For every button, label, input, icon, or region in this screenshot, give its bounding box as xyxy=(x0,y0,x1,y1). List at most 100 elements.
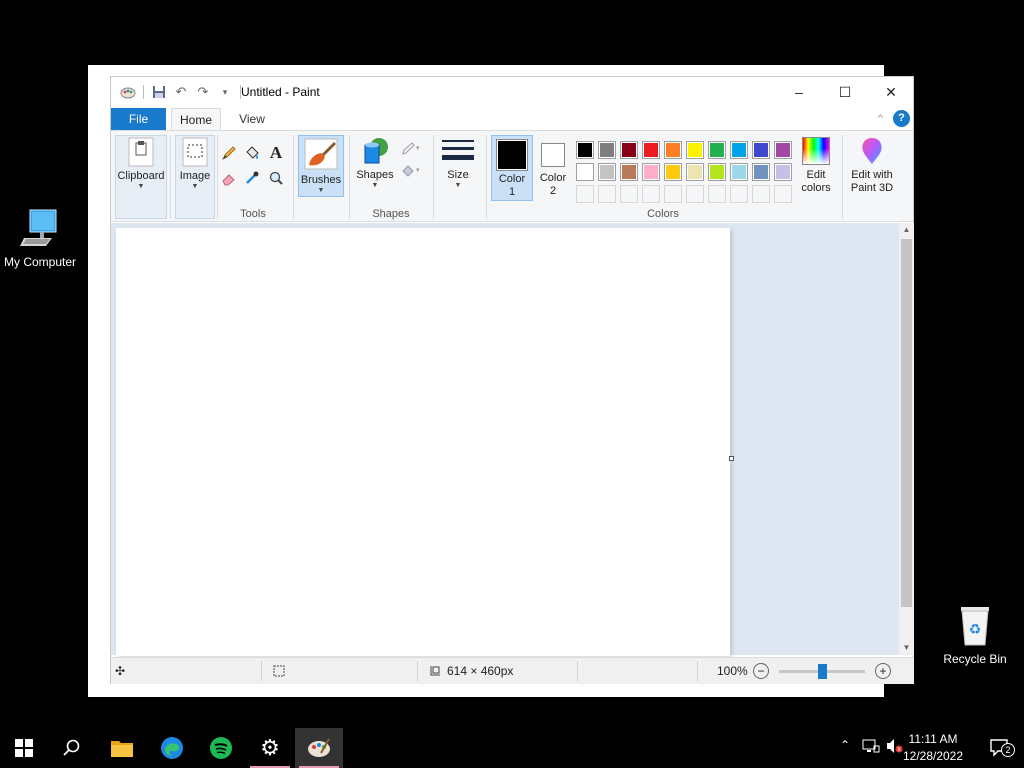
palette-swatch[interactable] xyxy=(598,163,616,181)
qat-separator xyxy=(143,85,144,99)
recycle-bin-desktop-icon[interactable]: ♻ Recycle Bin xyxy=(935,603,1015,666)
start-button[interactable] xyxy=(0,728,48,768)
palette-swatch[interactable] xyxy=(642,163,660,181)
tab-file[interactable]: File xyxy=(111,108,166,130)
customize-qat-chevron-down-icon[interactable]: ▾ xyxy=(216,83,234,101)
custom-color-slot[interactable] xyxy=(708,185,726,203)
folder-icon xyxy=(111,741,133,757)
drawing-canvas[interactable] xyxy=(116,228,730,656)
taskbar-paint[interactable] xyxy=(295,728,343,768)
group-separator xyxy=(486,135,487,219)
paint-app-icon[interactable] xyxy=(119,83,137,101)
scroll-up-arrow-icon[interactable]: ▲ xyxy=(899,223,914,237)
zoom-slider-thumb[interactable] xyxy=(817,664,827,679)
cursor-position-icon: ✣ xyxy=(115,664,126,678)
custom-color-slot[interactable] xyxy=(598,185,616,203)
palette-swatch[interactable] xyxy=(620,141,638,159)
show-hidden-icons-chevron-up-icon[interactable]: ⌃ xyxy=(840,738,850,752)
action-center-button[interactable]: 2 xyxy=(976,728,1024,768)
brushes-button[interactable]: Brushes ▼ xyxy=(298,135,344,197)
custom-color-slot[interactable] xyxy=(664,185,682,203)
size-button[interactable]: Size ▼ xyxy=(437,135,479,197)
custom-color-slot[interactable] xyxy=(774,185,792,203)
clipboard-button[interactable]: Clipboard ▼ xyxy=(115,135,167,219)
palette-swatch[interactable] xyxy=(730,163,748,181)
network-icon[interactable] xyxy=(862,738,880,757)
undo-icon[interactable]: ↶ xyxy=(172,83,190,101)
magnifier-icon[interactable] xyxy=(266,168,286,188)
scroll-down-arrow-icon[interactable]: ▼ xyxy=(899,641,914,655)
taskbar-spotify[interactable] xyxy=(197,728,245,768)
custom-color-slot[interactable] xyxy=(620,185,638,203)
taskbar-settings[interactable]: ⚙ xyxy=(246,728,294,768)
shapes-button-label: Shapes xyxy=(356,169,394,181)
palette-swatch[interactable] xyxy=(686,141,704,159)
palette-swatch[interactable] xyxy=(664,141,682,159)
tab-view[interactable]: View xyxy=(229,108,275,130)
taskbar-edge[interactable] xyxy=(148,728,196,768)
canvas-workspace xyxy=(111,223,899,656)
taskbar-file-explorer[interactable] xyxy=(98,728,146,768)
palette-swatch[interactable] xyxy=(620,163,638,181)
palette-swatch[interactable] xyxy=(730,141,748,159)
close-button[interactable]: ✕ xyxy=(868,77,914,107)
notification-count-badge: 2 xyxy=(1001,743,1015,757)
taskbar: ⚙ ⌃ x 11:11 AM 12/28/2022 2 xyxy=(0,728,1024,768)
zoom-in-button[interactable]: + xyxy=(875,663,891,679)
color-picker-icon[interactable] xyxy=(242,168,262,188)
pencil-icon[interactable] xyxy=(219,143,239,163)
palette-swatch[interactable] xyxy=(642,141,660,159)
save-icon[interactable] xyxy=(150,83,168,101)
color1-button[interactable]: Color 1 xyxy=(491,135,533,201)
color2-button[interactable]: Color 2 xyxy=(535,135,571,201)
search-button[interactable] xyxy=(48,728,96,768)
image-label: Image xyxy=(179,170,211,182)
tab-home[interactable]: Home xyxy=(171,108,221,130)
shape-fill-icon[interactable]: ▾ xyxy=(399,161,423,181)
collapse-ribbon-chevron-up-icon[interactable]: ⌃ xyxy=(875,112,886,128)
palette-swatch[interactable] xyxy=(576,163,594,181)
help-icon[interactable]: ? xyxy=(893,110,910,127)
custom-color-slot[interactable] xyxy=(576,185,594,203)
title-bar[interactable]: ↶ ↷ ▾ Untitled - Paint – ☐ ✕ xyxy=(111,77,913,107)
palette-swatch[interactable] xyxy=(576,141,594,159)
edit-colors-button[interactable]: Edit colors xyxy=(795,135,837,201)
custom-color-slot[interactable] xyxy=(642,185,660,203)
edit-with-paint3d-button[interactable]: Edit with Paint 3D xyxy=(845,135,899,201)
scrollbar-thumb[interactable] xyxy=(901,239,912,607)
custom-color-slot[interactable] xyxy=(686,185,704,203)
custom-color-slot[interactable] xyxy=(730,185,748,203)
group-separator xyxy=(293,135,294,219)
status-separator xyxy=(417,661,418,681)
zoom-out-button[interactable]: − xyxy=(753,663,769,679)
palette-swatch[interactable] xyxy=(708,141,726,159)
my-computer-desktop-icon[interactable]: My Computer xyxy=(0,208,80,269)
outline-icon[interactable]: ▾ xyxy=(399,139,423,159)
color2-swatch xyxy=(541,143,565,167)
shapes-button[interactable]: Shapes ▼ xyxy=(354,135,396,197)
fill-bucket-icon[interactable] xyxy=(242,143,262,163)
zoom-percent: 100% xyxy=(717,664,748,678)
system-clock[interactable]: 11:11 AM 12/28/2022 xyxy=(898,731,968,765)
maximize-button[interactable]: ☐ xyxy=(822,77,868,107)
palette-swatch[interactable] xyxy=(686,163,704,181)
palette-swatch[interactable] xyxy=(774,141,792,159)
minimize-button[interactable]: – xyxy=(776,77,822,107)
palette-swatch[interactable] xyxy=(774,163,792,181)
palette-swatch[interactable] xyxy=(708,163,726,181)
image-button[interactable]: Image ▼ xyxy=(175,135,215,219)
palette-swatch[interactable] xyxy=(598,141,616,159)
text-tool-icon[interactable]: A xyxy=(266,143,286,163)
zoom-slider-track[interactable] xyxy=(779,664,865,679)
redo-icon[interactable]: ↷ xyxy=(194,83,212,101)
ribbon-home: Clipboard ▼ Image ▼ A Tools Brushes ▼ Sh… xyxy=(111,130,913,222)
palette-swatch[interactable] xyxy=(752,141,770,159)
palette-swatch[interactable] xyxy=(664,163,682,181)
eraser-icon[interactable] xyxy=(219,168,239,188)
custom-color-slot[interactable] xyxy=(752,185,770,203)
canvas-resize-handle[interactable] xyxy=(729,456,734,461)
palette-swatch[interactable] xyxy=(752,163,770,181)
group-separator xyxy=(433,135,434,219)
chevron-down-icon: ▼ xyxy=(137,183,145,190)
vertical-scrollbar[interactable]: ▲ ▼ xyxy=(899,223,914,655)
